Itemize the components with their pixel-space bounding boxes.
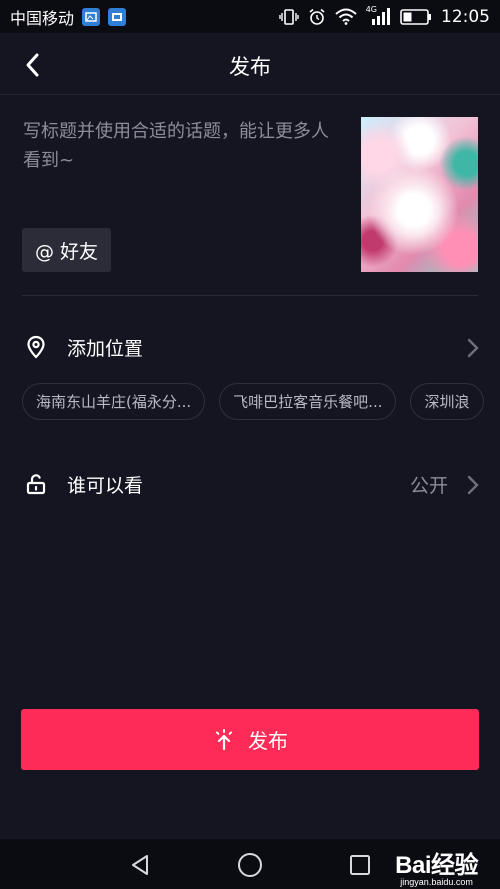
visibility-label: 谁可以看 [67,474,144,497]
nav-home-button[interactable] [236,851,264,879]
video-cover-thumbnail[interactable] [361,117,478,272]
carrier-label: 中国移动 [10,8,75,28]
unlock-icon [26,474,46,495]
publish-button[interactable]: 发布 [21,709,479,770]
publish-label: 发布 [248,729,288,753]
square-recents-icon [350,855,370,875]
sparkle-arrow-up-icon [216,728,232,750]
clock-label: 12:05 [441,6,490,27]
watermark-main-text: Bai经验 [395,852,478,879]
add-location-label: 添加位置 [67,337,144,360]
network-type-label: 4G [365,5,377,14]
system-nav-bar: Bai经验 jingyan.baidu.com [0,839,500,889]
battery-icon [400,8,432,25]
gallery-notification-icon [108,7,127,26]
vibrate-icon [279,8,299,26]
wifi-icon [335,8,357,25]
baidu-jingyan-watermark: Bai经验 jingyan.baidu.com [395,845,478,887]
caption-input[interactable]: 写标题并使用合适的话题，能让更多人看到~ [23,117,343,175]
location-chip[interactable]: 飞啡巴拉客音乐餐吧... [219,383,397,420]
status-right: 4G 12:05 [279,5,490,27]
watermark-url: jingyan.baidu.com [400,877,473,887]
status-bar: 中国移动 4G 12:05 [0,0,500,33]
location-pin-icon [27,335,45,359]
mention-friend-button[interactable]: @ 好友 [22,228,111,272]
location-suggestions: 海南东山羊庄(福永分... 飞啡巴拉客音乐餐吧... 深圳浪 [22,383,500,421]
add-location-row[interactable]: 添加位置 [0,319,500,375]
chevron-right-icon [467,475,479,495]
alarm-icon [308,8,326,26]
status-left: 中国移动 [10,5,127,29]
app-notification-icon [82,7,101,26]
divider [22,295,478,296]
chevron-right-icon [467,338,479,358]
signal-icon: 4G [365,5,391,25]
visibility-value: 公开 [409,474,448,497]
location-chip[interactable]: 深圳浪 [410,383,484,420]
circle-home-icon [238,853,262,877]
nav-back-button[interactable] [126,851,154,879]
top-bar: 发布 [0,33,500,95]
page-title: 发布 [229,55,271,79]
visibility-row[interactable]: 谁可以看 公开 [0,456,500,512]
nav-recents-button[interactable] [346,851,374,879]
triangle-back-icon [132,855,148,875]
location-chip[interactable]: 海南东山羊庄(福永分... [22,383,206,420]
